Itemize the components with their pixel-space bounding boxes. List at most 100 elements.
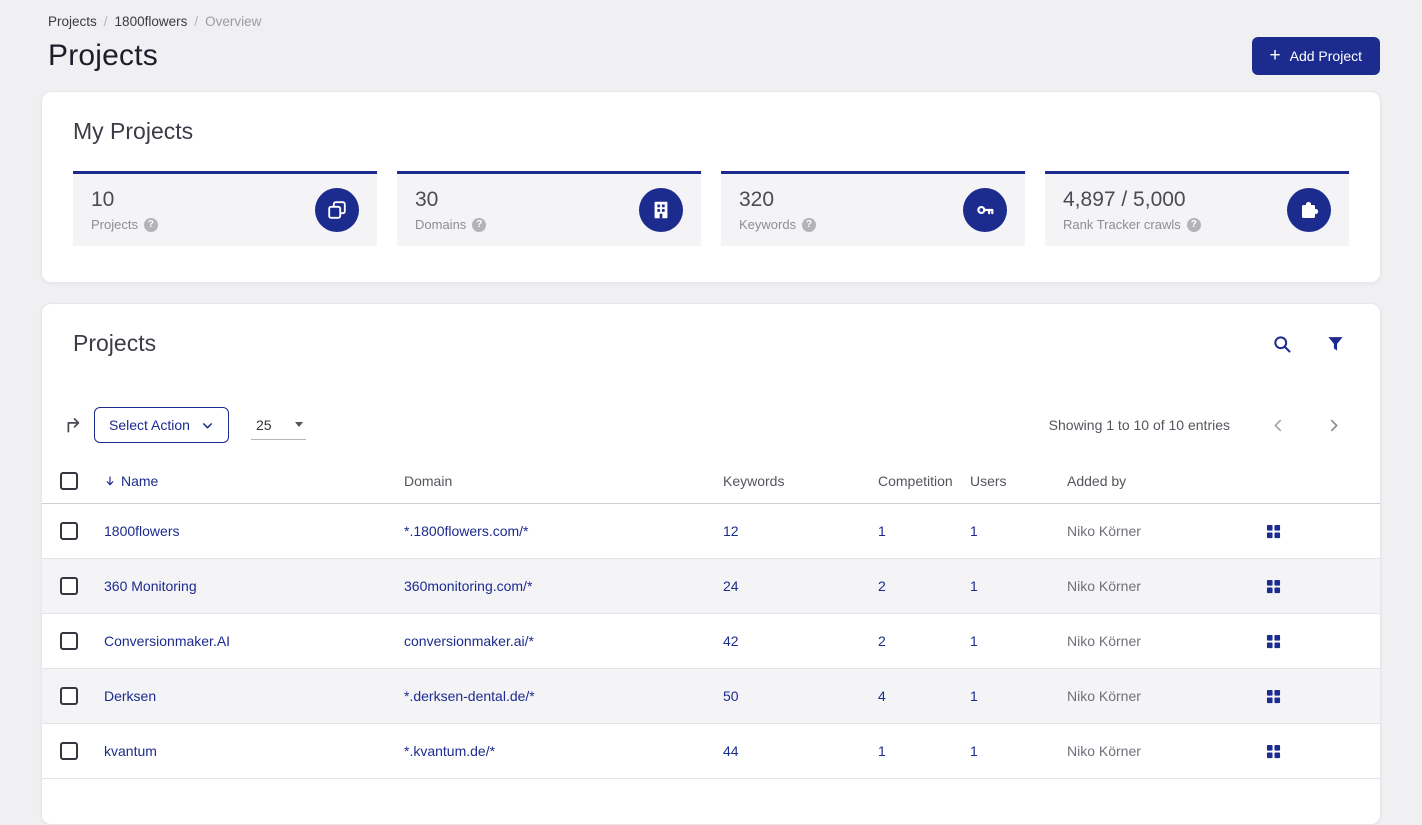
my-projects-card: My Projects 10 Projects ? 30 Domains ? 3… [41, 91, 1381, 283]
next-page-icon[interactable] [1323, 415, 1344, 436]
table-row: kvantum *.kvantum.de/* 44 1 1 Niko Körne… [42, 724, 1380, 779]
stat-projects-value: 10 [91, 188, 115, 211]
projects-panel-title: Projects [73, 330, 157, 356]
project-name-link[interactable]: Derksen [104, 688, 404, 704]
breadcrumb-separator: / [194, 14, 199, 29]
project-users: 1 [970, 578, 978, 594]
projects-table: Name Domain Keywords Competition Users A… [42, 458, 1380, 779]
row-checkbox[interactable] [60, 687, 78, 705]
stat-keywords-value: 320 [739, 188, 775, 211]
project-name-link[interactable]: 1800flowers [104, 523, 404, 539]
grid-apps-icon[interactable] [1264, 742, 1283, 761]
plus-icon: + [1269, 44, 1281, 66]
project-added-by: Niko Körner [1067, 523, 1141, 539]
projects-table-card: Projects Select Action 25 Showing 1 to 1… [41, 303, 1381, 825]
row-checkbox[interactable] [60, 632, 78, 650]
project-users: 1 [970, 633, 978, 649]
filter-icon[interactable] [1324, 332, 1347, 355]
table-row: Conversionmaker.AI conversionmaker.ai/* … [42, 614, 1380, 669]
row-checkbox[interactable] [60, 577, 78, 595]
my-projects-title: My Projects [73, 118, 194, 144]
help-icon[interactable]: ? [472, 217, 487, 232]
chevron-down-icon [202, 422, 212, 428]
domains-icon [639, 188, 683, 232]
select-all-checkbox[interactable] [60, 471, 78, 490]
project-name-link[interactable]: 360 Monitoring [104, 578, 404, 594]
project-competition: 1 [878, 523, 886, 539]
puzzle-icon [1287, 188, 1331, 232]
project-keywords: 42 [723, 633, 739, 649]
grid-apps-icon[interactable] [1264, 577, 1283, 596]
project-domain: *.1800flowers.com/* [404, 523, 529, 539]
column-header-competition[interactable]: Competition [878, 473, 970, 489]
project-users: 1 [970, 523, 978, 539]
stat-crawls-value: 4,897 / 5,000 [1063, 188, 1186, 211]
column-header-users[interactable]: Users [970, 473, 1067, 489]
sort-down-icon [106, 475, 114, 485]
breadcrumb-separator: / [103, 14, 108, 29]
row-checkbox[interactable] [60, 522, 78, 540]
help-icon[interactable]: ? [1186, 217, 1201, 232]
search-icon[interactable] [1270, 332, 1294, 356]
table-row: 1800flowers *.1800flowers.com/* 12 1 1 N… [42, 504, 1380, 559]
table-row: 360 Monitoring 360monitoring.com/* 24 2 … [42, 559, 1380, 614]
project-users: 1 [970, 688, 978, 704]
stat-projects-label: Projects [91, 217, 138, 232]
stat-keywords: 320 Keywords ? [721, 171, 1025, 246]
column-header-name[interactable]: Name [104, 473, 404, 489]
breadcrumb-projects[interactable]: Projects [48, 14, 97, 29]
stat-crawls: 4,897 / 5,000 Rank Tracker crawls ? [1045, 171, 1349, 246]
stat-keywords-label: Keywords [739, 217, 797, 232]
project-domain: 360monitoring.com/* [404, 578, 533, 594]
table-header-row: Name Domain Keywords Competition Users A… [42, 458, 1380, 504]
project-name-link[interactable]: Conversionmaker.AI [104, 633, 404, 649]
project-added-by: Niko Körner [1067, 743, 1141, 759]
project-added-by: Niko Körner [1067, 578, 1141, 594]
add-project-button[interactable]: + Add Project [1251, 37, 1380, 75]
grid-apps-icon[interactable] [1264, 687, 1283, 706]
stat-domains: 30 Domains ? [397, 171, 701, 246]
table-row: Derksen *.derksen-dental.de/* 50 4 1 Nik… [42, 669, 1380, 724]
projects-icon [315, 188, 359, 232]
add-project-label: Add Project [1289, 48, 1362, 64]
stat-projects: 10 Projects ? [73, 171, 377, 246]
column-header-keywords[interactable]: Keywords [723, 473, 878, 489]
prev-page-icon[interactable] [1268, 415, 1289, 436]
project-competition: 1 [878, 743, 886, 759]
project-keywords: 50 [723, 688, 739, 704]
help-icon[interactable]: ? [143, 217, 158, 232]
project-competition: 2 [878, 578, 886, 594]
export-icon[interactable] [64, 415, 85, 436]
stat-crawls-label: Rank Tracker crawls [1063, 217, 1181, 232]
stat-domains-label: Domains [415, 217, 467, 232]
grid-apps-icon[interactable] [1264, 522, 1283, 541]
project-added-by: Niko Körner [1067, 633, 1141, 649]
breadcrumb: Projects / 1800flowers / Overview [48, 14, 1380, 29]
page-title: Projects [48, 39, 158, 72]
column-header-added-by[interactable]: Added by [1067, 473, 1264, 489]
project-competition: 4 [878, 688, 886, 704]
showing-entries-text: Showing 1 to 10 of 10 entries [1048, 417, 1230, 433]
stats-row: 10 Projects ? 30 Domains ? 320 Keywords … [73, 171, 1349, 246]
project-users: 1 [970, 743, 978, 759]
column-header-domain[interactable]: Domain [404, 473, 723, 489]
project-domain: *.kvantum.de/* [404, 743, 496, 759]
breadcrumb-1800flowers[interactable]: 1800flowers [115, 14, 188, 29]
project-name-link[interactable]: kvantum [104, 743, 404, 759]
select-action-label: Select Action [109, 417, 190, 433]
help-icon[interactable]: ? [802, 217, 817, 232]
page-size-value: 25 [255, 416, 272, 433]
page-header: Projects / 1800flowers / Overview Projec… [0, 0, 1422, 75]
project-keywords: 44 [723, 743, 739, 759]
keywords-icon [963, 188, 1007, 232]
breadcrumb-overview: Overview [205, 14, 262, 29]
page-size-select[interactable]: 25 [250, 411, 306, 440]
grid-apps-icon[interactable] [1264, 632, 1283, 651]
project-domain: conversionmaker.ai/* [404, 633, 534, 649]
stat-domains-value: 30 [415, 188, 439, 211]
project-competition: 2 [878, 633, 886, 649]
project-domain: *.derksen-dental.de/* [404, 688, 535, 704]
project-keywords: 12 [723, 523, 739, 539]
row-checkbox[interactable] [60, 742, 78, 760]
select-action-button[interactable]: Select Action [94, 407, 229, 443]
